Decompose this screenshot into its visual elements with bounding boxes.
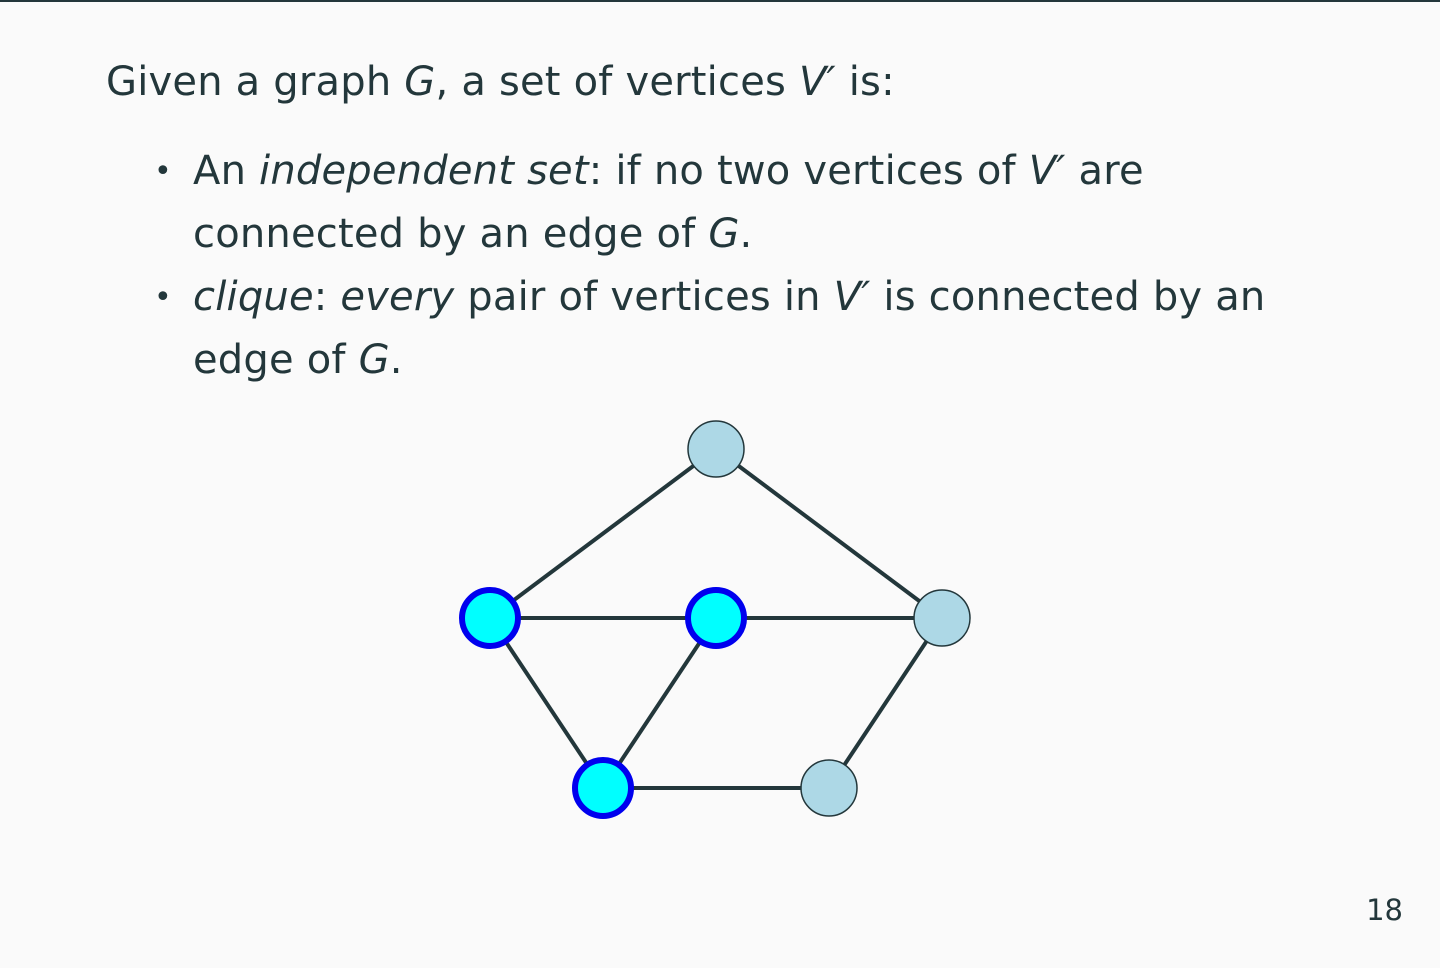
graph-diagram <box>459 420 971 819</box>
vertex-mid-center <box>685 587 747 649</box>
vertex-bottom-left <box>572 757 634 819</box>
vertex-bottom-right <box>800 759 858 817</box>
edge-mid-right-bottom-right <box>827 616 944 790</box>
vertex-mid-right <box>913 589 971 647</box>
vertex-top <box>687 420 745 478</box>
vertex-mid-left <box>459 587 521 649</box>
edge-top-mid-left <box>488 447 718 620</box>
edge-top-mid-right <box>714 447 944 620</box>
page-number: 18 <box>1366 893 1403 927</box>
